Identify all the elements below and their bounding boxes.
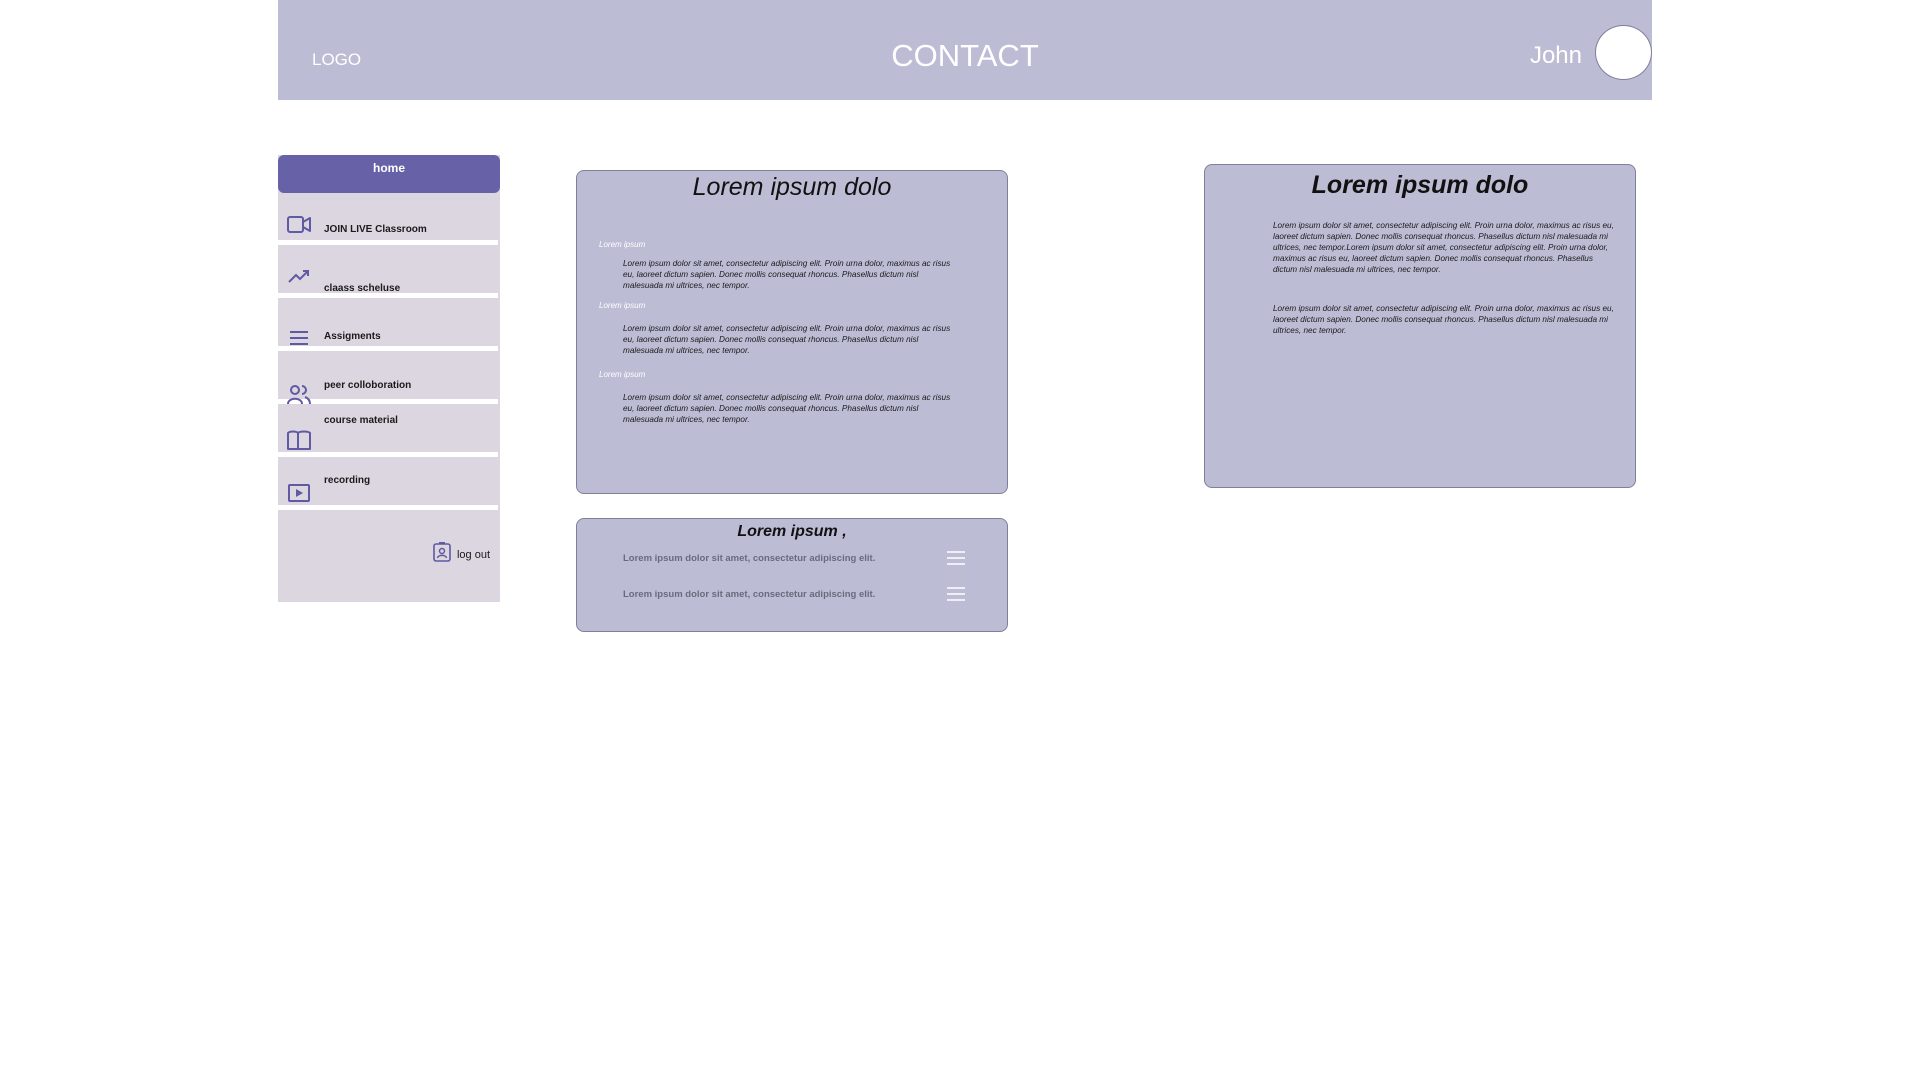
card-title: Lorem ipsum dolo [692,173,892,201]
section-text: Lorem ipsum dolor sit amet, consectetur … [623,259,951,290]
sidebar-item-label: claass scheluse [324,283,401,294]
section-text: Lorem ipsum dolor sit amet, consectetur … [623,393,951,424]
book-icon [287,430,311,450]
list-item[interactable]: Lorem ipsum dolor sit amet, consectetur … [623,585,993,605]
top-header: LOGO CONTACT John [278,0,1652,100]
list-card: Lorem ipsum , Lorem ipsum dolor sit amet… [576,518,1008,632]
sidebar-item-join-live-classroom[interactable]: JOIN LIVE Classroom [278,197,498,245]
card-title: Lorem ipsum , [737,523,847,540]
card-paragraph: Lorem ipsum dolor sit amet, consectetur … [1273,304,1614,335]
logout-button[interactable]: log out [433,542,490,563]
video-camera-icon [287,216,311,233]
list-item[interactable]: Lorem ipsum dolor sit amet, consectetur … [623,549,993,569]
list-icon [290,331,308,345]
logout-label: log out [456,549,490,561]
trending-up-icon [288,270,309,283]
card-paragraph: Lorem ipsum dolor sit amet, consectetur … [1273,221,1614,274]
sidebar-item-label: JOIN LIVE Classroom [324,224,427,235]
sidebar: home JOIN LIVE Classroom claass scheluse… [278,155,500,602]
list-item-text: Lorem ipsum dolor sit amet, consectetur … [623,553,876,564]
sidebar-item-home[interactable]: home [278,155,500,193]
sidebar-item-assignments[interactable]: Assigments [278,303,498,351]
people-icon [287,385,311,405]
section-text: Lorem ipsum dolor sit amet, consectetur … [623,324,951,355]
sidebar-item-label: course material [324,415,398,426]
username[interactable]: John [1530,42,1582,70]
card-title: Lorem ipsum dolo [1311,171,1529,199]
sidebar-item-label: recording [324,475,371,486]
list-item-text: Lorem ipsum dolor sit amet, consectetur … [623,589,876,600]
sidebar-item-recording[interactable]: recording [278,462,498,510]
page-title: CONTACT [891,38,1039,73]
sidebar-item-peer-collaboration[interactable]: peer colloboration [278,356,498,405]
content-card-right: Lorem ipsum dolo Lorem ipsum dolor sit a… [1204,164,1636,488]
sidebar-item-class-schedule[interactable]: claass scheluse [278,250,498,298]
menu-icon[interactable] [945,585,967,603]
section-subtitle: Lorem ipsum [599,301,646,310]
avatar[interactable] [1595,25,1652,80]
sidebar-item-label: peer colloboration [324,380,412,391]
sidebar-item-course-material[interactable]: course material [278,409,498,457]
content-card-left: Lorem ipsum dolo Lorem ipsum Lorem ipsum… [576,170,1008,494]
menu-icon[interactable] [945,549,967,567]
sidebar-item-label: Assigments [324,331,381,342]
play-icon [288,484,310,502]
section-subtitle: Lorem ipsum [599,240,646,249]
section-subtitle: Lorem ipsum [599,370,646,379]
badge-icon [433,542,451,562]
